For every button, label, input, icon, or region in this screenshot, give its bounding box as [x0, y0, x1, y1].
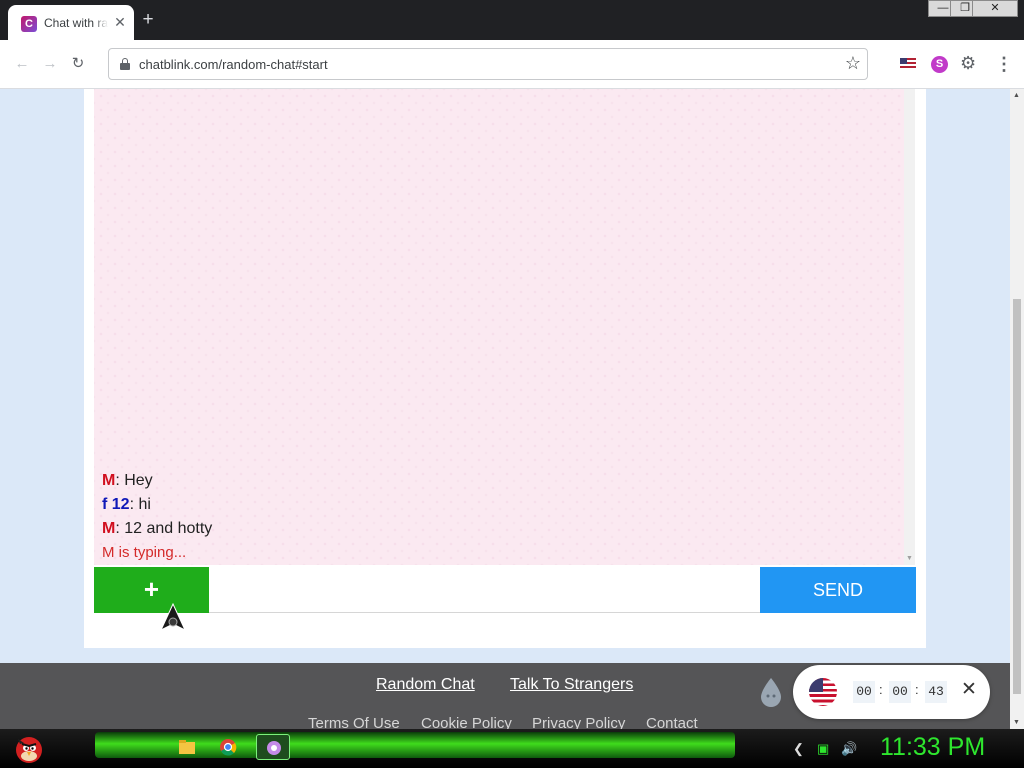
forward-icon[interactable]: →: [40, 54, 60, 74]
us-flag-icon[interactable]: [900, 58, 916, 70]
footer-link-talk-to-strangers[interactable]: Talk To Strangers: [510, 676, 633, 694]
message-nick: f 12: [102, 496, 130, 513]
back-icon[interactable]: ←: [12, 54, 32, 74]
favicon-icon: C: [21, 16, 37, 32]
add-attachment-button[interactable]: +: [94, 567, 209, 613]
footer-link-contact[interactable]: Contact: [646, 715, 698, 729]
typing-indicator: M is typing...: [102, 544, 187, 561]
close-icon[interactable]: ✕: [961, 678, 977, 701]
angry-bird-start-icon[interactable]: [10, 731, 46, 765]
close-icon: ✕: [990, 2, 1000, 14]
browser-tab[interactable]: C Chat with ra ✕: [8, 5, 134, 40]
page-scrollbar[interactable]: ▲ ▼: [1010, 89, 1024, 729]
footer-link-terms[interactable]: Terms Of Use: [308, 715, 400, 729]
lock-icon[interactable]: [120, 58, 130, 70]
footer-link-cookie[interactable]: Cookie Policy: [421, 715, 512, 729]
footer-link-random-chat[interactable]: Random Chat: [376, 676, 475, 694]
chat-message: M: Hey: [102, 472, 153, 490]
timer-minutes: 00: [889, 681, 911, 703]
tab-close-icon[interactable]: ✕: [111, 13, 129, 31]
scrollbar-thumb[interactable]: [1013, 299, 1021, 694]
message-text: : Hey: [115, 472, 153, 489]
app-icon[interactable]: [256, 734, 290, 760]
message-text: : hi: [129, 496, 151, 513]
new-tab-button[interactable]: +: [137, 9, 159, 31]
page-content: M: Hey f 12: hi M: 12 and hotty M is typ…: [0, 89, 1010, 729]
extension-s-icon[interactable]: S: [931, 56, 948, 73]
scroll-down-icon[interactable]: ▼: [906, 555, 913, 562]
network-icon[interactable]: ▣: [817, 741, 829, 757]
timer-separator: :: [879, 682, 883, 697]
message-nick: M: [102, 472, 116, 489]
chat-scrollbar[interactable]: ▼: [904, 89, 915, 565]
chat-card: M: Hey f 12: hi M: 12 and hotty M is typ…: [84, 89, 926, 648]
footer-link-privacy[interactable]: Privacy Policy: [532, 715, 625, 729]
puzzle-icon[interactable]: ⚙: [960, 53, 976, 74]
tab-strip: C Chat with ra ✕ + — ❐ ✕: [0, 0, 1024, 40]
tab-title: Chat with ra: [44, 16, 108, 30]
timer-seconds: 43: [925, 681, 947, 703]
message-text: : 12 and hotty: [115, 520, 213, 537]
menu-dots-icon[interactable]: ⋮: [995, 54, 1013, 75]
connection-timer: 00 : 00 : 43 ✕: [793, 665, 990, 719]
folder-icon[interactable]: [170, 734, 204, 760]
timer-hours: 00: [853, 681, 875, 703]
scroll-up-icon[interactable]: ▲: [1013, 92, 1020, 99]
taskbar-clock[interactable]: 11:33 PM: [880, 733, 985, 762]
us-flag-icon: [809, 678, 837, 706]
send-button[interactable]: SEND: [760, 567, 916, 613]
address-bar[interactable]: chatblink.com/random-chat#start ☆: [108, 48, 868, 80]
timer-separator: :: [915, 682, 919, 697]
volume-icon[interactable]: 🔊: [841, 741, 857, 757]
message-nick: M: [102, 520, 116, 537]
tray-arrow-icon[interactable]: ❮: [793, 741, 804, 757]
chat-message: M: 12 and hotty: [102, 520, 212, 538]
drop-icon[interactable]: [759, 677, 783, 707]
url-text[interactable]: chatblink.com/random-chat#start: [139, 57, 328, 72]
close-window-button[interactable]: ✕: [972, 0, 1018, 17]
star-icon[interactable]: ☆: [845, 53, 861, 74]
chat-message: f 12: hi: [102, 496, 151, 514]
message-input[interactable]: [209, 567, 760, 613]
scroll-down-icon[interactable]: ▼: [1013, 719, 1020, 726]
chat-log: M: Hey f 12: hi M: 12 and hotty M is typ…: [94, 89, 915, 565]
cursor-icon: [159, 603, 187, 632]
chrome-icon[interactable]: [211, 734, 245, 760]
browser-toolbar: ← → ↻ chatblink.com/random-chat#start ☆: [0, 40, 1024, 89]
reload-icon[interactable]: ↻: [68, 54, 88, 74]
